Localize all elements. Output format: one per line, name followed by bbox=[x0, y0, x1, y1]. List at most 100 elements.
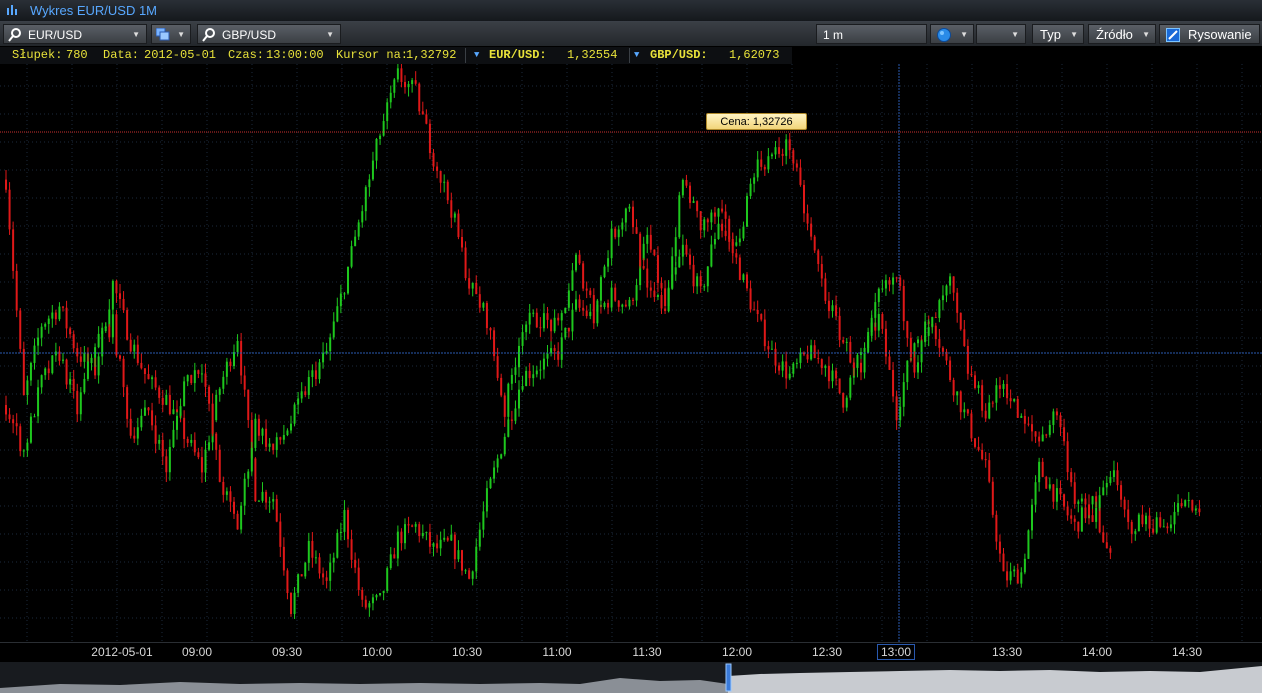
candle-body bbox=[1159, 517, 1162, 527]
candle-body bbox=[991, 402, 994, 404]
candle-body bbox=[133, 435, 136, 439]
symbol2-combo[interactable]: GBP/USD ▼ bbox=[197, 24, 341, 44]
candle-body bbox=[482, 303, 485, 308]
candle-body bbox=[760, 314, 763, 320]
source-button[interactable]: Źródło ▼ bbox=[1088, 24, 1156, 44]
candle-body bbox=[553, 317, 556, 332]
candle-body bbox=[104, 326, 107, 332]
candle-body bbox=[639, 233, 642, 267]
axis-label: 11:30 bbox=[632, 645, 662, 659]
candle-body bbox=[514, 408, 517, 421]
candle-body bbox=[603, 266, 606, 278]
candle-body bbox=[1013, 398, 1016, 402]
style-button[interactable]: ▼ bbox=[930, 24, 974, 44]
candle-body bbox=[436, 543, 439, 549]
collapse-arrow-icon[interactable]: ▼ bbox=[474, 47, 479, 64]
candle-body bbox=[8, 189, 11, 230]
candle-body bbox=[1034, 482, 1037, 505]
candle-body bbox=[599, 277, 602, 301]
candle-body bbox=[1130, 521, 1133, 534]
candle-body bbox=[393, 79, 396, 93]
candle-body bbox=[404, 81, 406, 88]
candle-body bbox=[265, 491, 268, 503]
candle-body bbox=[275, 437, 278, 450]
chart-navigator[interactable] bbox=[0, 662, 1262, 693]
candle-body bbox=[65, 359, 68, 385]
options-combo[interactable]: ▼ bbox=[976, 24, 1026, 44]
candle-body bbox=[781, 361, 784, 371]
candle-body bbox=[453, 213, 456, 218]
candle-body bbox=[877, 288, 880, 303]
drawing-button[interactable]: Rysowanie bbox=[1159, 24, 1260, 44]
interval-value: 1 m bbox=[823, 28, 844, 42]
candle-body bbox=[5, 405, 7, 415]
candle-body bbox=[621, 222, 624, 230]
candle-body bbox=[111, 280, 114, 310]
candle-body bbox=[557, 351, 560, 360]
candle-body bbox=[432, 543, 435, 547]
candle-body bbox=[1095, 507, 1098, 522]
candle-body bbox=[83, 378, 86, 393]
candle-body bbox=[535, 312, 538, 328]
candle-body bbox=[421, 533, 424, 537]
candle-body bbox=[111, 314, 114, 338]
candle-body bbox=[364, 187, 367, 212]
candle-body bbox=[532, 312, 535, 314]
candle-body bbox=[126, 387, 129, 419]
candle-body bbox=[689, 185, 691, 203]
candle-body bbox=[26, 442, 29, 451]
candle-body bbox=[785, 139, 788, 156]
candle-body bbox=[40, 326, 43, 338]
candle-body bbox=[842, 340, 845, 343]
interval-combo[interactable]: 1 m bbox=[816, 24, 927, 44]
candle-body bbox=[738, 257, 741, 280]
candle-body bbox=[998, 385, 1001, 389]
candle-body bbox=[318, 557, 321, 574]
candle-body bbox=[211, 403, 214, 434]
symbol1-combo[interactable]: EUR/USD ▼ bbox=[3, 24, 147, 44]
axis-label: 09:00 bbox=[181, 645, 213, 659]
candle-body bbox=[917, 362, 919, 373]
candle-body bbox=[560, 337, 563, 360]
candle-body bbox=[813, 345, 816, 359]
candle-body bbox=[243, 478, 246, 506]
candle-body bbox=[172, 429, 175, 448]
candle-body bbox=[610, 287, 613, 308]
candle-body bbox=[386, 568, 389, 591]
candle-body bbox=[143, 368, 146, 375]
price-chart[interactable] bbox=[0, 64, 1262, 642]
candle-body bbox=[411, 80, 414, 85]
candle-body bbox=[824, 365, 827, 369]
collapse-arrow-icon[interactable]: ▼ bbox=[634, 47, 639, 64]
candle-body bbox=[332, 321, 335, 338]
candle-body bbox=[778, 147, 781, 154]
candle-body bbox=[703, 219, 706, 231]
candle-body bbox=[820, 264, 823, 279]
candle-body bbox=[240, 341, 243, 376]
candle-body bbox=[90, 357, 93, 362]
navigator-handle[interactable] bbox=[725, 663, 732, 692]
candle-body bbox=[311, 540, 314, 558]
candle-body bbox=[624, 208, 627, 223]
candle-body bbox=[22, 450, 25, 452]
candle-body bbox=[1048, 424, 1051, 435]
candle-body bbox=[838, 315, 841, 341]
candle-body bbox=[297, 398, 300, 405]
symbol1-value: EUR/USD bbox=[28, 28, 83, 42]
candle-body bbox=[307, 376, 310, 395]
candle-body bbox=[781, 153, 784, 156]
type-button[interactable]: Typ ▼ bbox=[1032, 24, 1084, 44]
compare-button[interactable]: ▼ bbox=[151, 24, 191, 44]
candle-body bbox=[863, 352, 866, 373]
series1-value: 1,32554 bbox=[567, 48, 618, 62]
candle-body bbox=[347, 510, 349, 540]
candle-body bbox=[1059, 488, 1062, 495]
layers-icon bbox=[156, 28, 170, 41]
candle-body bbox=[1009, 571, 1012, 581]
candle-body bbox=[938, 339, 941, 348]
candle-body bbox=[963, 409, 966, 413]
candle-body bbox=[685, 179, 688, 186]
candle-body bbox=[1055, 411, 1058, 416]
candle-body bbox=[571, 270, 574, 291]
candle-body bbox=[717, 208, 720, 217]
